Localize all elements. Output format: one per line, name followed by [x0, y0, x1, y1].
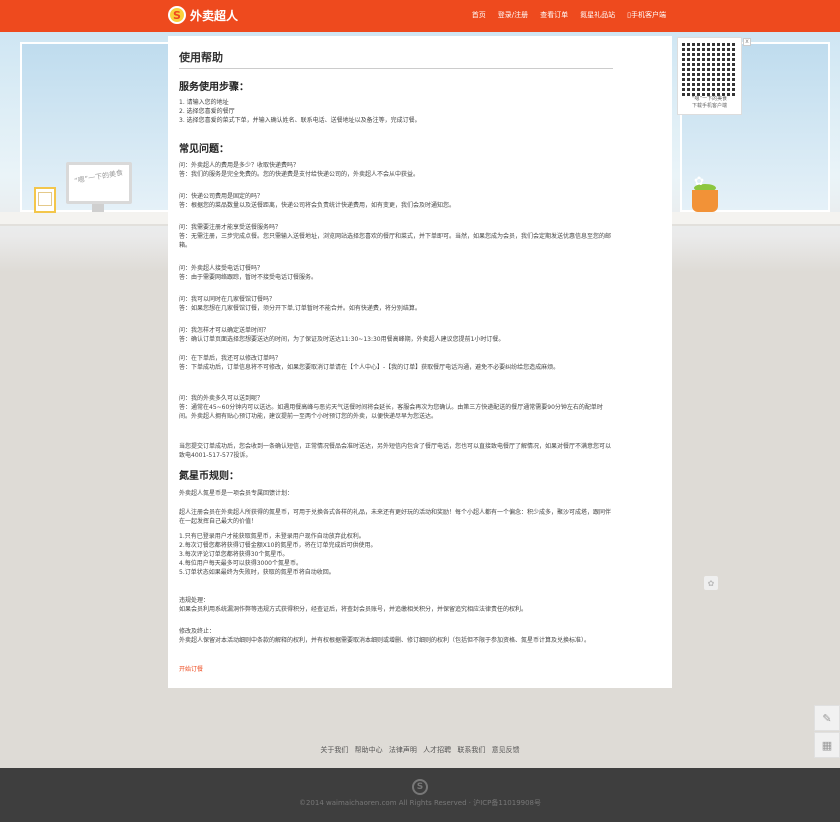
- faq-item: 问：我怎样才可以确定送单时间？ 答：确认订单页面选择您想要送达的时间，为了保证及…: [179, 327, 505, 343]
- qr-caption: “嗯”一下的美食 下载手机客户端: [691, 96, 728, 109]
- close-icon[interactable]: x: [743, 38, 751, 46]
- rules-list: 1.只有已登录用户才能获取氮星币，未登录用户现作自动放弃此权利。 2.每次订餐您…: [179, 533, 377, 576]
- logo-text: 外卖超人: [190, 8, 239, 23]
- faq-item: 问：外卖超人接受电话订餐吗？ 答：由于需要网络跟踪，暂时不接受电话订餐服务。: [179, 265, 318, 281]
- footer-links: 关于我们 帮助中心 法律声明 人才招聘 联系我们 意见反馈: [0, 745, 840, 755]
- nav-gift-station[interactable]: 氮星礼品站: [580, 10, 615, 20]
- rules-description: 超人注册会员在外卖超人所获得的氮星币，可用于兑换各式各样的礼品，未来还有更好玩的…: [179, 509, 612, 525]
- nav-login-register[interactable]: 登录/注册: [498, 10, 528, 20]
- violation-text: 违规处理： 如果会员利用系统漏洞作弊等违规方式获得积分，经查证后，将查封会员账号…: [179, 597, 528, 613]
- logo-icon: S: [168, 6, 186, 24]
- faq-item: 问：我需要注册才能享受送餐服务吗？ 答：无需注册，三步完成点餐。您只需输入送餐地…: [179, 224, 612, 249]
- faq-item: 问：我可以同时在几家餐馆订餐吗？ 答：如果您想在几家餐馆订餐，须分开下单,订单暂…: [179, 296, 421, 312]
- footer-link-jobs[interactable]: 人才招聘: [423, 746, 451, 754]
- footer-bar: [0, 768, 840, 822]
- nav-mobile-client[interactable]: ▯手机客户端: [627, 10, 666, 20]
- monitor-stand: [92, 204, 104, 212]
- page-title: 使用帮助: [179, 51, 223, 64]
- steps-text: 1. 请输入您的地址 2. 选择您喜爱的餐厅 3. 选择您喜爱的菜式下单，并输入…: [179, 99, 421, 124]
- brand-logo[interactable]: S 外卖超人: [168, 6, 238, 24]
- footer-link-contact[interactable]: 联系我们: [457, 746, 485, 754]
- rules-intro: 外卖超人氮星币是一项会员专属回馈计划：: [179, 490, 294, 497]
- photo-frame-inner: [38, 192, 52, 206]
- title-divider: [179, 68, 613, 69]
- faq-item: 问：快递公司费用是固定的吗？ 答：根据您的菜品数量以及送餐距离，快递公司将会负责…: [179, 193, 456, 209]
- feedback-edit-button[interactable]: ✎: [814, 705, 840, 731]
- termination-text: 修改及终止： 外卖超人保留对本活动细则中条款的解释的权利，并有权根据需要取消本细…: [179, 628, 591, 644]
- faq-heading: 常见问题：: [179, 144, 229, 155]
- start-order-link[interactable]: 开始订餐: [179, 664, 203, 673]
- footer-link-legal[interactable]: 法律声明: [389, 746, 417, 754]
- footer-logo-icon: S: [412, 779, 428, 795]
- order-notice: 当您提交订单成功后，您会收到一条确认短信，正常情况餐品会准时送达，另外短信内包含…: [179, 443, 612, 459]
- nav-home[interactable]: 首页: [472, 10, 486, 20]
- footer-link-help[interactable]: 帮助中心: [355, 746, 383, 754]
- floating-widget-icon[interactable]: ✿: [704, 576, 718, 590]
- faq-item: 问：外卖超人的费用是多少？收取快递费吗？ 答：我们的服务是完全免费的。您的快递费…: [179, 162, 420, 178]
- qr-code-icon: [682, 41, 737, 96]
- flower-icon: ✿: [694, 174, 705, 188]
- faq-item: 问：在下单后，我还可以修改订单吗？ 答：下单成功后，订单信息将不可修改，如果您要…: [179, 355, 560, 371]
- copyright-text: ©2014 waimaichaoren.com All Rights Reser…: [298, 799, 542, 807]
- steps-heading: 服务使用步骤：: [179, 82, 249, 93]
- main-nav: 首页 登录/注册 查看订单 氮星礼品站 ▯手机客户端: [472, 10, 666, 20]
- rules-heading: 氮星币规则：: [179, 471, 239, 482]
- footer-link-about[interactable]: 关于我们: [320, 746, 348, 754]
- flower-pot: [692, 190, 718, 212]
- edit-icon: ✎: [822, 711, 832, 725]
- top-navigation-bar: [0, 0, 840, 32]
- faq-item: 问：我的外卖多久可以送到呢？ 答：通常在45~60分钟内可以送达。如遇用餐高峰与…: [179, 395, 603, 420]
- nav-view-orders[interactable]: 查看订单: [540, 10, 568, 20]
- footer-link-feedback[interactable]: 意见反馈: [492, 746, 520, 754]
